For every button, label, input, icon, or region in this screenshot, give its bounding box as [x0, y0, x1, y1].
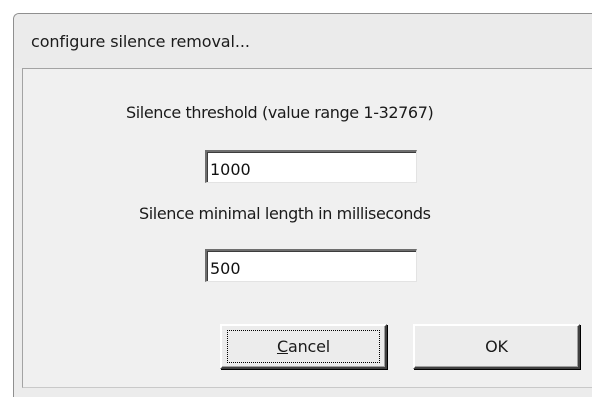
- ok-button[interactable]: OK: [413, 324, 580, 369]
- dialog-body: Silence threshold (value range 1-32767) …: [22, 68, 592, 388]
- window-title: configure silence removal...: [31, 32, 250, 51]
- threshold-label: Silence threshold (value range 1-32767): [126, 103, 434, 122]
- cancel-button-label: Cancel: [222, 337, 385, 356]
- min-length-label: Silence minimal length in milliseconds: [139, 204, 431, 223]
- threshold-input[interactable]: [205, 150, 417, 183]
- cancel-label-rest: ancel: [287, 337, 331, 356]
- cancel-button[interactable]: Cancel: [220, 324, 387, 369]
- min-length-input[interactable]: [205, 249, 417, 282]
- cancel-mnemonic: C: [276, 337, 288, 356]
- ok-button-label: OK: [485, 337, 508, 356]
- silence-removal-dialog: configure silence removal... Silence thr…: [13, 13, 592, 397]
- title-bar[interactable]: configure silence removal...: [14, 14, 592, 68]
